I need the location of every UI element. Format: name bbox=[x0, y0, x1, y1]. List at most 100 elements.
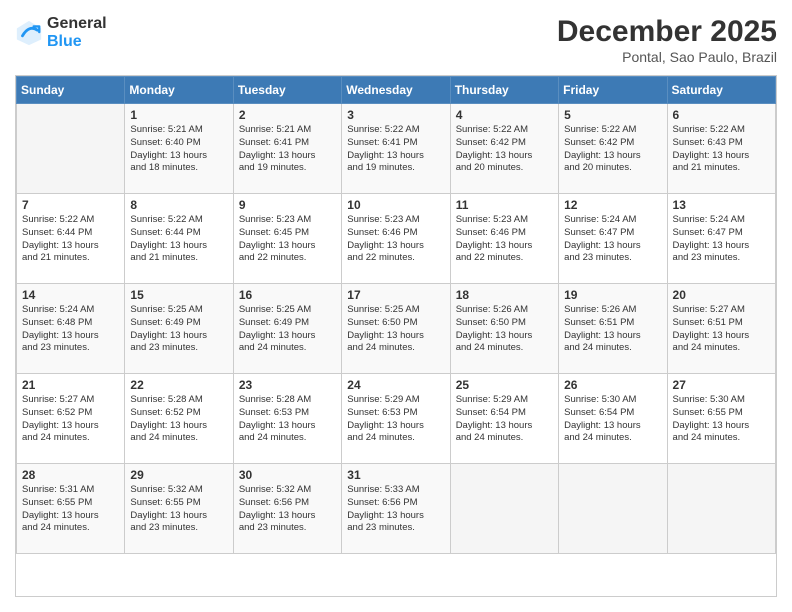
day-cell: 23 Sunrise: 5:28 AM Sunset: 6:53 PM Dayli… bbox=[233, 374, 341, 464]
day-number: 22 bbox=[130, 378, 227, 392]
day-cell: 9 Sunrise: 5:23 AM Sunset: 6:45 PM Daylig… bbox=[233, 194, 341, 284]
day-info: Sunrise: 5:22 AM Sunset: 6:44 PM Dayligh… bbox=[22, 214, 119, 265]
day-info: Sunrise: 5:27 AM Sunset: 6:51 PM Dayligh… bbox=[673, 304, 770, 355]
day-info: Sunrise: 5:22 AM Sunset: 6:42 PM Dayligh… bbox=[456, 124, 553, 175]
day-info: Sunrise: 5:21 AM Sunset: 6:40 PM Dayligh… bbox=[130, 124, 227, 175]
day-cell: 30Sunrise: 5:32 AM Sunset: 6:56 PM Dayli… bbox=[233, 464, 341, 554]
day-cell: 11 Sunrise: 5:23 AM Sunset: 6:46 PM Dayli… bbox=[450, 194, 558, 284]
day-info: Sunrise: 5:26 AM Sunset: 6:50 PM Dayligh… bbox=[456, 304, 553, 355]
header: General Blue December 2025 Pontal, Sao P… bbox=[15, 15, 777, 65]
day-cell: 5 Sunrise: 5:22 AM Sunset: 6:42 PM Daylig… bbox=[559, 104, 667, 194]
day-cell: 27 Sunrise: 5:30 AM Sunset: 6:55 PM Dayli… bbox=[667, 374, 775, 464]
week-row-2: 7 Sunrise: 5:22 AM Sunset: 6:44 PM Daylig… bbox=[17, 194, 776, 284]
day-number: 11 bbox=[456, 198, 553, 212]
calendar: SundayMondayTuesdayWednesdayThursdayFrid… bbox=[15, 75, 777, 597]
day-info: Sunrise: 5:32 AM Sunset: 6:55 PM Dayligh… bbox=[130, 484, 227, 535]
day-number: 15 bbox=[130, 288, 227, 302]
header-day-tuesday: Tuesday bbox=[233, 77, 341, 104]
header-day-wednesday: Wednesday bbox=[342, 77, 450, 104]
day-info: Sunrise: 5:23 AM Sunset: 6:46 PM Dayligh… bbox=[456, 214, 553, 265]
day-cell: 18 Sunrise: 5:26 AM Sunset: 6:50 PM Dayli… bbox=[450, 284, 558, 374]
day-info: Sunrise: 5:28 AM Sunset: 6:52 PM Dayligh… bbox=[130, 394, 227, 445]
day-cell: 17 Sunrise: 5:25 AM Sunset: 6:50 PM Dayli… bbox=[342, 284, 450, 374]
day-number: 18 bbox=[456, 288, 553, 302]
main-title: December 2025 bbox=[557, 15, 777, 49]
day-cell: 13Sunrise: 5:24 AM Sunset: 6:47 PM Dayli… bbox=[667, 194, 775, 284]
day-cell: 22 Sunrise: 5:28 AM Sunset: 6:52 PM Dayli… bbox=[125, 374, 233, 464]
week-row-5: 28 Sunrise: 5:31 AM Sunset: 6:55 PM Dayli… bbox=[17, 464, 776, 554]
day-info: Sunrise: 5:22 AM Sunset: 6:44 PM Dayligh… bbox=[130, 214, 227, 265]
day-info: Sunrise: 5:25 AM Sunset: 6:49 PM Dayligh… bbox=[239, 304, 336, 355]
day-number: 20 bbox=[673, 288, 770, 302]
day-number: 27 bbox=[673, 378, 770, 392]
week-row-4: 21 Sunrise: 5:27 AM Sunset: 6:52 PM Dayli… bbox=[17, 374, 776, 464]
day-number: 10 bbox=[347, 198, 444, 212]
day-cell: 20 Sunrise: 5:27 AM Sunset: 6:51 PM Dayli… bbox=[667, 284, 775, 374]
day-info: Sunrise: 5:29 AM Sunset: 6:54 PM Dayligh… bbox=[456, 394, 553, 445]
day-cell: 15Sunrise: 5:25 AM Sunset: 6:49 PM Dayli… bbox=[125, 284, 233, 374]
day-info: Sunrise: 5:24 AM Sunset: 6:48 PM Dayligh… bbox=[22, 304, 119, 355]
logo-text: General Blue bbox=[47, 15, 107, 50]
day-cell: 24Sunrise: 5:29 AM Sunset: 6:53 PM Dayli… bbox=[342, 374, 450, 464]
day-info: Sunrise: 5:29 AM Sunset: 6:53 PM Dayligh… bbox=[347, 394, 444, 445]
day-number: 23 bbox=[239, 378, 336, 392]
day-cell: 28 Sunrise: 5:31 AM Sunset: 6:55 PM Dayli… bbox=[17, 464, 125, 554]
day-number: 28 bbox=[22, 468, 119, 482]
day-number: 31 bbox=[347, 468, 444, 482]
logo: General Blue bbox=[15, 15, 107, 50]
day-cell: 4 Sunrise: 5:22 AM Sunset: 6:42 PM Daylig… bbox=[450, 104, 558, 194]
day-info: Sunrise: 5:27 AM Sunset: 6:52 PM Dayligh… bbox=[22, 394, 119, 445]
day-number: 5 bbox=[564, 108, 661, 122]
day-number: 16 bbox=[239, 288, 336, 302]
day-number: 9 bbox=[239, 198, 336, 212]
day-cell bbox=[667, 464, 775, 554]
day-cell: 12 Sunrise: 5:24 AM Sunset: 6:47 PM Dayli… bbox=[559, 194, 667, 284]
day-info: Sunrise: 5:30 AM Sunset: 6:54 PM Dayligh… bbox=[564, 394, 661, 445]
day-number: 26 bbox=[564, 378, 661, 392]
day-number: 6 bbox=[673, 108, 770, 122]
day-info: Sunrise: 5:22 AM Sunset: 6:42 PM Dayligh… bbox=[564, 124, 661, 175]
day-info: Sunrise: 5:22 AM Sunset: 6:43 PM Dayligh… bbox=[673, 124, 770, 175]
day-cell: 7 Sunrise: 5:22 AM Sunset: 6:44 PM Daylig… bbox=[17, 194, 125, 284]
day-cell: 2Sunrise: 5:21 AM Sunset: 6:41 PM Daylig… bbox=[233, 104, 341, 194]
day-info: Sunrise: 5:25 AM Sunset: 6:50 PM Dayligh… bbox=[347, 304, 444, 355]
day-number: 7 bbox=[22, 198, 119, 212]
day-number: 21 bbox=[22, 378, 119, 392]
day-number: 19 bbox=[564, 288, 661, 302]
day-cell: 16 Sunrise: 5:25 AM Sunset: 6:49 PM Dayli… bbox=[233, 284, 341, 374]
logo-icon bbox=[15, 19, 43, 47]
day-cell: 14 Sunrise: 5:24 AM Sunset: 6:48 PM Dayli… bbox=[17, 284, 125, 374]
day-number: 17 bbox=[347, 288, 444, 302]
day-info: Sunrise: 5:30 AM Sunset: 6:55 PM Dayligh… bbox=[673, 394, 770, 445]
day-info: Sunrise: 5:28 AM Sunset: 6:53 PM Dayligh… bbox=[239, 394, 336, 445]
day-number: 12 bbox=[564, 198, 661, 212]
day-number: 3 bbox=[347, 108, 444, 122]
day-number: 14 bbox=[22, 288, 119, 302]
day-number: 13 bbox=[673, 198, 770, 212]
day-info: Sunrise: 5:33 AM Sunset: 6:56 PM Dayligh… bbox=[347, 484, 444, 535]
day-info: Sunrise: 5:24 AM Sunset: 6:47 PM Dayligh… bbox=[564, 214, 661, 265]
day-cell: 3 Sunrise: 5:22 AM Sunset: 6:41 PM Daylig… bbox=[342, 104, 450, 194]
day-cell: 19 Sunrise: 5:26 AM Sunset: 6:51 PM Dayli… bbox=[559, 284, 667, 374]
day-cell: 10 Sunrise: 5:23 AM Sunset: 6:46 PM Dayli… bbox=[342, 194, 450, 284]
day-number: 25 bbox=[456, 378, 553, 392]
day-number: 8 bbox=[130, 198, 227, 212]
day-cell: 26 Sunrise: 5:30 AM Sunset: 6:54 PM Dayli… bbox=[559, 374, 667, 464]
header-day-friday: Friday bbox=[559, 77, 667, 104]
day-number: 4 bbox=[456, 108, 553, 122]
header-day-saturday: Saturday bbox=[667, 77, 775, 104]
page: General Blue December 2025 Pontal, Sao P… bbox=[0, 0, 792, 612]
day-info: Sunrise: 5:26 AM Sunset: 6:51 PM Dayligh… bbox=[564, 304, 661, 355]
title-block: December 2025 Pontal, Sao Paulo, Brazil bbox=[557, 15, 777, 65]
day-cell: 25 Sunrise: 5:29 AM Sunset: 6:54 PM Dayli… bbox=[450, 374, 558, 464]
day-info: Sunrise: 5:23 AM Sunset: 6:45 PM Dayligh… bbox=[239, 214, 336, 265]
header-day-thursday: Thursday bbox=[450, 77, 558, 104]
week-row-1: 1Sunrise: 5:21 AM Sunset: 6:40 PM Daylig… bbox=[17, 104, 776, 194]
day-info: Sunrise: 5:31 AM Sunset: 6:55 PM Dayligh… bbox=[22, 484, 119, 535]
day-number: 2 bbox=[239, 108, 336, 122]
day-info: Sunrise: 5:22 AM Sunset: 6:41 PM Dayligh… bbox=[347, 124, 444, 175]
day-number: 30 bbox=[239, 468, 336, 482]
subtitle: Pontal, Sao Paulo, Brazil bbox=[557, 49, 777, 65]
day-cell bbox=[17, 104, 125, 194]
day-info: Sunrise: 5:23 AM Sunset: 6:46 PM Dayligh… bbox=[347, 214, 444, 265]
